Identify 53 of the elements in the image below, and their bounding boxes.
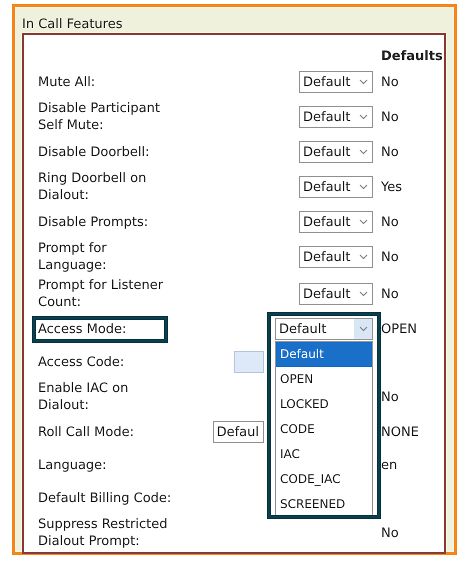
default-value: No	[381, 526, 399, 540]
field-label: Prompt for Listener Count:	[38, 277, 164, 311]
chevron-icon	[358, 149, 368, 155]
field-label: Access Code:	[38, 354, 124, 370]
default-value: No	[381, 214, 399, 230]
chevron-icon	[358, 114, 368, 120]
field-label: Prompt for Language:	[38, 240, 107, 274]
default-value: No	[381, 110, 399, 124]
dropdown-select[interactable]: Default	[299, 176, 373, 198]
default-value: No	[381, 390, 399, 404]
field-label: Default Billing Code:	[38, 490, 172, 506]
dropdown-option[interactable]: CODE_IAC	[276, 467, 372, 492]
dropdown-option[interactable]: CODE	[276, 417, 372, 442]
dropdown-option[interactable]: IAC	[276, 442, 372, 467]
field-label: Disable Prompts:	[38, 214, 148, 230]
default-value: No	[381, 286, 399, 302]
dropdown-option[interactable]: LOCKED	[276, 392, 372, 417]
dropdown-select[interactable]: Default	[299, 283, 373, 305]
chevron-icon	[358, 79, 368, 85]
input-field[interactable]	[234, 351, 264, 373]
field-label: Enable IAC on Dialout:	[38, 380, 128, 414]
dropdown-option[interactable]: Default	[276, 342, 372, 367]
chevron-icon	[358, 184, 368, 190]
dropdown-select[interactable]: Default	[275, 318, 373, 340]
field-label: Ring Doorbell on Dialout:	[38, 170, 146, 204]
field-label: Language:	[38, 456, 107, 474]
field-label: Roll Call Mode:	[38, 424, 134, 440]
dropdown-option[interactable]: OPEN	[276, 367, 372, 392]
field-label: Suppress Restricted Dialout Prompt:	[38, 516, 168, 550]
field-label: Disable Doorbell:	[38, 144, 150, 160]
dropdown-select[interactable]: Default	[299, 71, 373, 93]
dropdown-select[interactable]: Default	[299, 246, 373, 268]
dropdown-select[interactable]: Default	[299, 211, 373, 233]
field-label: Mute All:	[38, 74, 96, 90]
default-value: Yes	[381, 180, 402, 194]
default-value: No	[381, 250, 399, 264]
default-value: No	[381, 74, 399, 90]
chevron-icon	[358, 219, 368, 225]
dropdown-select[interactable]: Defaul	[212, 421, 264, 443]
default-value: en	[381, 458, 398, 472]
dropdown-select[interactable]: Default	[299, 106, 373, 128]
default-value: OPEN	[381, 322, 418, 336]
section-title: In Call Features	[22, 17, 124, 33]
chevron-icon	[358, 254, 368, 260]
chevron-icon	[358, 326, 368, 332]
default-value: No	[381, 144, 399, 160]
dropdown-select[interactable]: Default	[299, 141, 373, 163]
default-value: NONE	[381, 424, 419, 440]
dropdown-option[interactable]: SCREENED	[276, 492, 372, 517]
field-label: Disable Participant Self Mute:	[38, 100, 160, 134]
column-heading: Defaults	[381, 48, 444, 64]
chevron-icon	[358, 291, 368, 297]
field-label: Access Mode:	[32, 316, 168, 342]
